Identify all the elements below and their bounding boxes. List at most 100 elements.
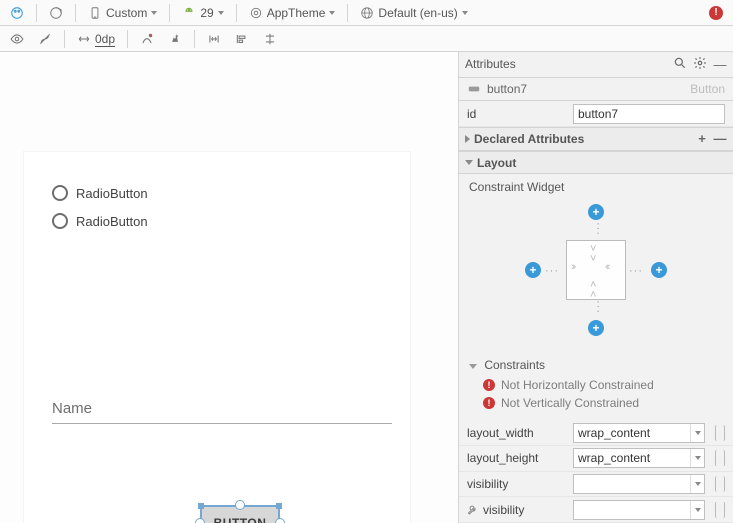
collapse-icon <box>465 135 470 143</box>
constraint-widget-label: Constraint Widget <box>469 180 723 194</box>
design-toolbar-top: Custom 29 AppTheme Default (en-us) ! <box>0 0 733 26</box>
id-row: id button7 <box>459 101 733 127</box>
warning-horizontal[interactable]: ! Not Horizontally Constrained <box>469 376 723 394</box>
attributes-panel: Attributes — button7 Button id button7 D… <box>458 52 733 523</box>
layout-section[interactable]: Layout <box>459 151 733 175</box>
binding-slot[interactable] <box>715 502 725 518</box>
id-value: button7 <box>578 107 618 121</box>
add-constraint-bottom[interactable]: + <box>588 320 604 336</box>
locale-combo[interactable]: Default (en-us) <box>354 2 473 24</box>
device-combo[interactable]: Custom <box>82 2 163 24</box>
add-constraint-left[interactable]: + <box>525 262 541 278</box>
minimize-icon[interactable]: — <box>713 57 727 71</box>
prop-value: wrap_content <box>578 426 650 440</box>
error-icon: ! <box>483 379 495 391</box>
prop-label: layout_width <box>467 426 567 440</box>
chevron-down-icon <box>218 11 224 15</box>
remove-attribute-icon[interactable]: — <box>713 132 727 146</box>
tools-visibility-combo[interactable] <box>573 500 705 520</box>
constraints-label: Constraints <box>484 358 545 372</box>
layout-height-row: layout_height wrap_content <box>459 446 733 472</box>
constraint-handle-left[interactable] <box>195 518 205 523</box>
radio-label: RadioButton <box>76 214 148 229</box>
gear-icon[interactable] <box>693 56 707 73</box>
orientation-icon[interactable] <box>43 2 69 24</box>
chevron-down-icon <box>151 11 157 15</box>
attributes-title: Attributes <box>465 57 667 71</box>
pack-icon[interactable] <box>201 28 227 50</box>
name-hint: Name <box>52 400 92 417</box>
palette-icon[interactable] <box>4 2 30 24</box>
tools-visibility-label: visibility <box>483 503 524 517</box>
api-combo[interactable]: 29 <box>176 2 229 24</box>
layout-body: Constraint Widget ˅˅ ˄˄ ›› ‹‹ ··· ··· ··… <box>459 174 733 354</box>
component-type: Button <box>690 82 725 96</box>
constraints-heading[interactable]: Constraints <box>469 358 723 372</box>
resize-handle-tl[interactable] <box>198 503 204 509</box>
warning-text: Not Vertically Constrained <box>501 396 639 410</box>
constraints-block: Constraints ! Not Horizontally Constrain… <box>459 354 733 420</box>
id-input[interactable]: button7 <box>573 104 725 124</box>
resize-handle-tr[interactable] <box>276 503 282 509</box>
default-margin-combo[interactable]: 0dp <box>71 28 121 50</box>
layout-width-row: layout_width wrap_content <box>459 420 733 446</box>
error-icon: ! <box>483 397 495 409</box>
chevron-icon: ›› <box>571 262 574 272</box>
binding-slot[interactable] <box>715 450 725 466</box>
prop-label: layout_height <box>467 451 567 465</box>
constraint-handle-top[interactable] <box>235 500 245 510</box>
constraint-handle-right[interactable] <box>275 518 285 523</box>
binding-slot[interactable] <box>715 425 725 441</box>
radio-icon <box>52 213 68 229</box>
warning-vertical[interactable]: ! Not Vertically Constrained <box>469 394 723 412</box>
chevron-icon: ˅˅ <box>590 244 596 264</box>
design-canvas[interactable]: RadioButton RadioButton Name BUTTON <box>0 52 458 523</box>
selected-button[interactable]: BUTTON <box>202 507 278 523</box>
guidelines-icon[interactable] <box>257 28 283 50</box>
visibility-row: visibility <box>459 472 733 498</box>
autoconnect-icon[interactable] <box>32 28 58 50</box>
warning-text: Not Horizontally Constrained <box>501 378 654 392</box>
component-crumb[interactable]: button7 Button <box>459 78 733 102</box>
expand-icon <box>465 160 473 165</box>
clear-constraints-icon[interactable] <box>134 28 160 50</box>
api-label: 29 <box>200 6 213 20</box>
device-label: Custom <box>106 6 147 20</box>
layout-width-combo[interactable]: wrap_content <box>573 423 705 443</box>
warnings-icon[interactable]: ! <box>703 2 729 24</box>
prop-label: visibility <box>467 503 567 517</box>
chevron-down-icon <box>462 11 468 15</box>
theme-label: AppTheme <box>267 6 326 20</box>
wrench-icon <box>467 504 479 516</box>
radio-icon <box>52 185 68 201</box>
radio-label: RadioButton <box>76 186 148 201</box>
radio-button-2[interactable]: RadioButton <box>52 213 148 229</box>
chevron-down-icon[interactable] <box>690 501 704 519</box>
device-frame: RadioButton RadioButton Name BUTTON <box>24 152 410 523</box>
add-attribute-icon[interactable]: + <box>695 132 709 146</box>
chevron-down-icon[interactable] <box>690 475 704 493</box>
expand-icon <box>469 364 477 369</box>
chevron-down-icon[interactable] <box>690 449 704 467</box>
layout-height-combo[interactable]: wrap_content <box>573 448 705 468</box>
infer-constraints-icon[interactable] <box>162 28 188 50</box>
constraint-widget[interactable]: ˅˅ ˄˄ ›› ‹‹ ··· ··· ··· ··· + + + + <box>511 200 681 340</box>
design-toolbar-bottom: 0dp <box>0 26 733 52</box>
chevron-down-icon[interactable] <box>690 424 704 442</box>
search-icon[interactable] <box>673 56 687 73</box>
radio-button-1[interactable]: RadioButton <box>52 185 148 201</box>
id-label: id <box>467 107 567 121</box>
binding-slot[interactable] <box>715 476 725 492</box>
section-title: Layout <box>477 156 516 170</box>
add-constraint-top[interactable]: + <box>588 204 604 220</box>
add-constraint-right[interactable]: + <box>651 262 667 278</box>
visibility-combo[interactable] <box>573 474 705 494</box>
section-title: Declared Attributes <box>474 132 584 146</box>
name-textfield[interactable]: Name <box>52 400 392 424</box>
chevron-icon: ˄˄ <box>590 280 596 300</box>
declared-attributes-section[interactable]: Declared Attributes + — <box>459 127 733 151</box>
view-options-icon[interactable] <box>4 28 30 50</box>
theme-combo[interactable]: AppTheme <box>243 2 342 24</box>
dots-icon: ··· <box>545 265 559 277</box>
align-icon[interactable] <box>229 28 255 50</box>
